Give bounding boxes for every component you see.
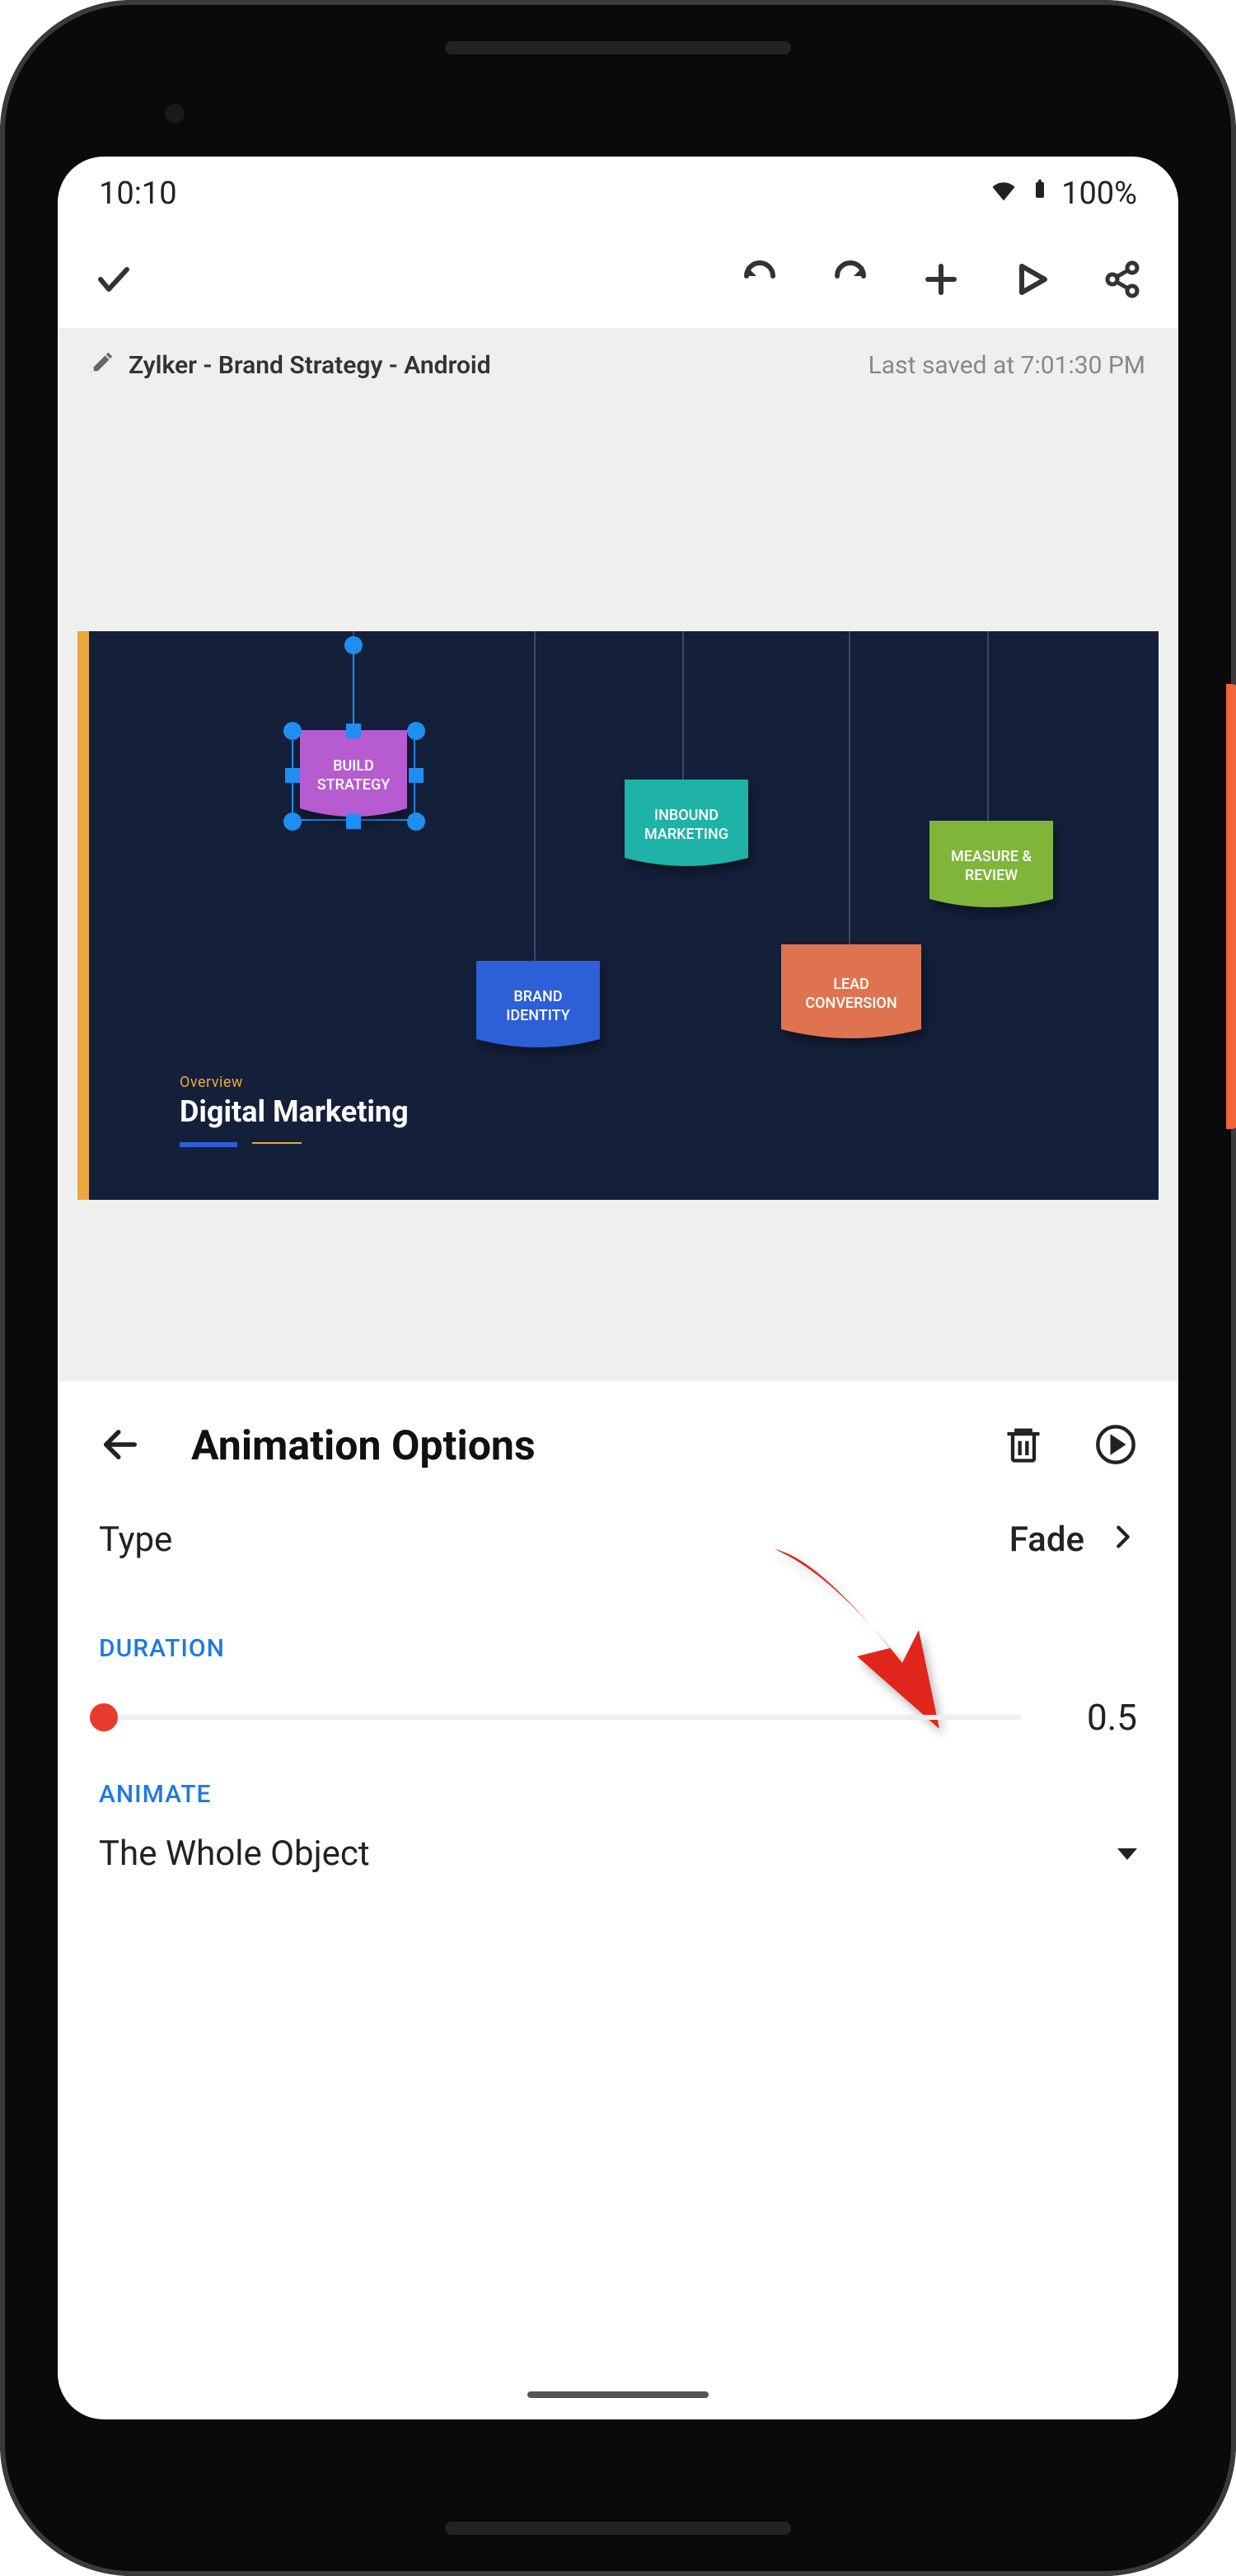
play-icon[interactable]	[1009, 256, 1055, 302]
selection-handle[interactable]	[283, 722, 302, 740]
battery-icon	[1030, 173, 1050, 214]
banner-label: BRAND IDENTITY	[506, 987, 569, 1026]
toolbar	[58, 231, 1178, 330]
slide-shape-measure-review[interactable]: MEASURE & REVIEW	[921, 821, 1061, 911]
duration-slider[interactable]	[99, 1715, 1022, 1720]
wifi-icon	[989, 175, 1018, 213]
selection-handle[interactable]	[409, 768, 424, 783]
banner-label: BUILD STRATEGY	[317, 756, 390, 795]
selection-handle[interactable]	[285, 768, 300, 783]
screen: 10:10 100%	[58, 157, 1178, 2419]
redo-icon[interactable]	[827, 256, 873, 302]
last-saved: Last saved at 7:01:30 PM	[868, 351, 1145, 380]
slide-title: Digital Marketing	[180, 1094, 409, 1129]
slide-title-block[interactable]: Overview Digital Marketing	[180, 1074, 409, 1150]
slide-shape-inbound-marketing[interactable]: INBOUND MARKETING	[616, 780, 756, 870]
slide-overview-label: Overview	[180, 1074, 409, 1091]
check-icon[interactable]	[91, 256, 137, 302]
hang-line	[534, 631, 536, 961]
speaker-bottom	[445, 2522, 791, 2535]
animate-row[interactable]: The Whole Object	[99, 1834, 1137, 1890]
phone-frame: 10:10 100%	[0, 0, 1236, 2576]
selection-handle[interactable]	[407, 813, 425, 831]
play-circle-icon[interactable]	[1094, 1423, 1137, 1469]
nav-pill[interactable]	[527, 2391, 709, 2398]
speaker-top	[445, 41, 791, 54]
arrow-left-icon[interactable]	[99, 1423, 142, 1469]
plus-icon[interactable]	[918, 256, 964, 302]
rotation-handle[interactable]	[344, 636, 363, 654]
duration-value: 0.5	[1071, 1696, 1137, 1739]
banner-label: LEAD CONVERSION	[805, 975, 897, 1014]
type-row[interactable]: Type Fade	[99, 1470, 1137, 1593]
title-underline	[180, 1142, 237, 1147]
battery-percent: 100%	[1061, 176, 1137, 212]
document-header: Zylker - Brand Strategy - Android Last s…	[58, 330, 1178, 400]
banner-label: MEASURE & REVIEW	[951, 847, 1032, 886]
hang-line	[849, 631, 850, 944]
front-camera	[165, 104, 185, 124]
banner-label: INBOUND MARKETING	[644, 806, 728, 845]
type-label: Type	[99, 1520, 172, 1560]
document-title[interactable]: Zylker - Brand Strategy - Android	[129, 351, 491, 380]
type-value: Fade	[1009, 1520, 1084, 1560]
status-bar: 10:10 100%	[58, 157, 1178, 231]
clock: 10:10	[99, 176, 177, 212]
rotation-line	[353, 646, 354, 730]
duration-label: DURATION	[99, 1634, 1137, 1663]
undo-icon[interactable]	[737, 256, 783, 302]
slide-shape-brand-identity[interactable]: BRAND IDENTITY	[468, 961, 608, 1051]
selection-handle[interactable]	[346, 724, 361, 738]
hang-line	[682, 631, 684, 780]
share-icon[interactable]	[1099, 256, 1145, 302]
caret-down-icon	[1117, 1848, 1137, 1860]
slide-shape-build-strategy[interactable]: BUILD STRATEGY	[292, 730, 415, 821]
frame-accent	[1226, 684, 1236, 1129]
hang-line	[987, 631, 989, 821]
slide-shape-lead-conversion[interactable]: LEAD CONVERSION	[773, 944, 929, 1043]
trash-icon[interactable]	[1002, 1423, 1045, 1469]
selection-handle[interactable]	[346, 814, 361, 829]
slider-thumb[interactable]	[90, 1703, 118, 1731]
selection-handle[interactable]	[407, 722, 425, 740]
slide[interactable]: BUILD STRATEGY INBOUND MARKETING	[77, 631, 1159, 1200]
panel-title: Animation Options	[191, 1422, 953, 1470]
animation-options-panel: Animation Options Type Fade	[58, 1381, 1178, 1940]
pencil-icon[interactable]	[91, 349, 115, 381]
selection-handle[interactable]	[283, 813, 302, 831]
chevron-right-icon	[1109, 1520, 1137, 1560]
animate-label: ANIMATE	[99, 1780, 1137, 1809]
title-underline	[252, 1142, 302, 1144]
animate-value: The Whole Object	[99, 1834, 370, 1874]
slide-canvas-area: BUILD STRATEGY INBOUND MARKETING	[58, 400, 1178, 1381]
